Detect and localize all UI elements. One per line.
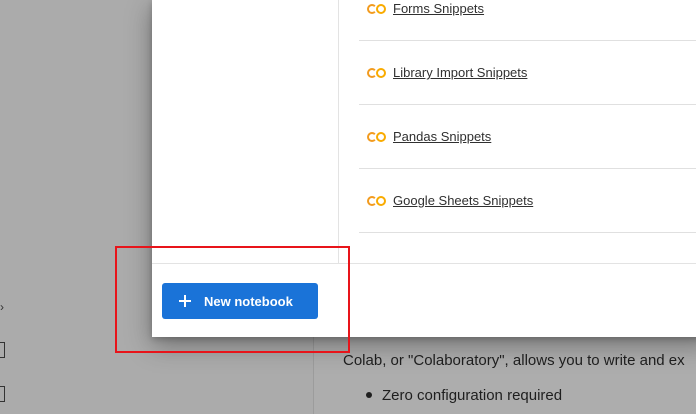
list-item[interactable]: Library Import Snippets [359,41,696,105]
bracket-icon [0,386,5,402]
colab-icon [367,4,387,14]
colab-icon [367,68,387,78]
dialog-column-divider [338,0,339,263]
snippet-link[interactable]: Pandas Snippets [393,129,491,144]
snippet-link[interactable]: Library Import Snippets [393,65,527,80]
colab-icon [367,132,387,142]
bracket-icon [0,342,5,358]
intro-text: Colab, or "Colaboratory", allows you to … [343,352,685,369]
chevron-right-icon: › [0,300,4,314]
list-item[interactable]: Forms Snippets [359,0,696,41]
bullet-text: Zero configuration required [382,387,563,404]
new-notebook-dialog: Forms Snippets Library Import Snippets P… [152,0,696,337]
list-item[interactable]: Pandas Snippets [359,105,696,169]
colab-icon [367,196,387,206]
dialog-footer-divider [152,263,696,264]
new-notebook-button[interactable]: New notebook [162,283,318,319]
new-notebook-label: New notebook [204,293,293,309]
snippet-link[interactable]: Forms Snippets [393,1,484,16]
snippet-link[interactable]: Google Sheets Snippets [393,193,533,208]
bullet-dot [366,392,372,399]
list-item[interactable]: Google Sheets Snippets [359,169,696,233]
plus-icon [179,295,191,307]
bullet-item: Zero configuration required [366,387,562,404]
